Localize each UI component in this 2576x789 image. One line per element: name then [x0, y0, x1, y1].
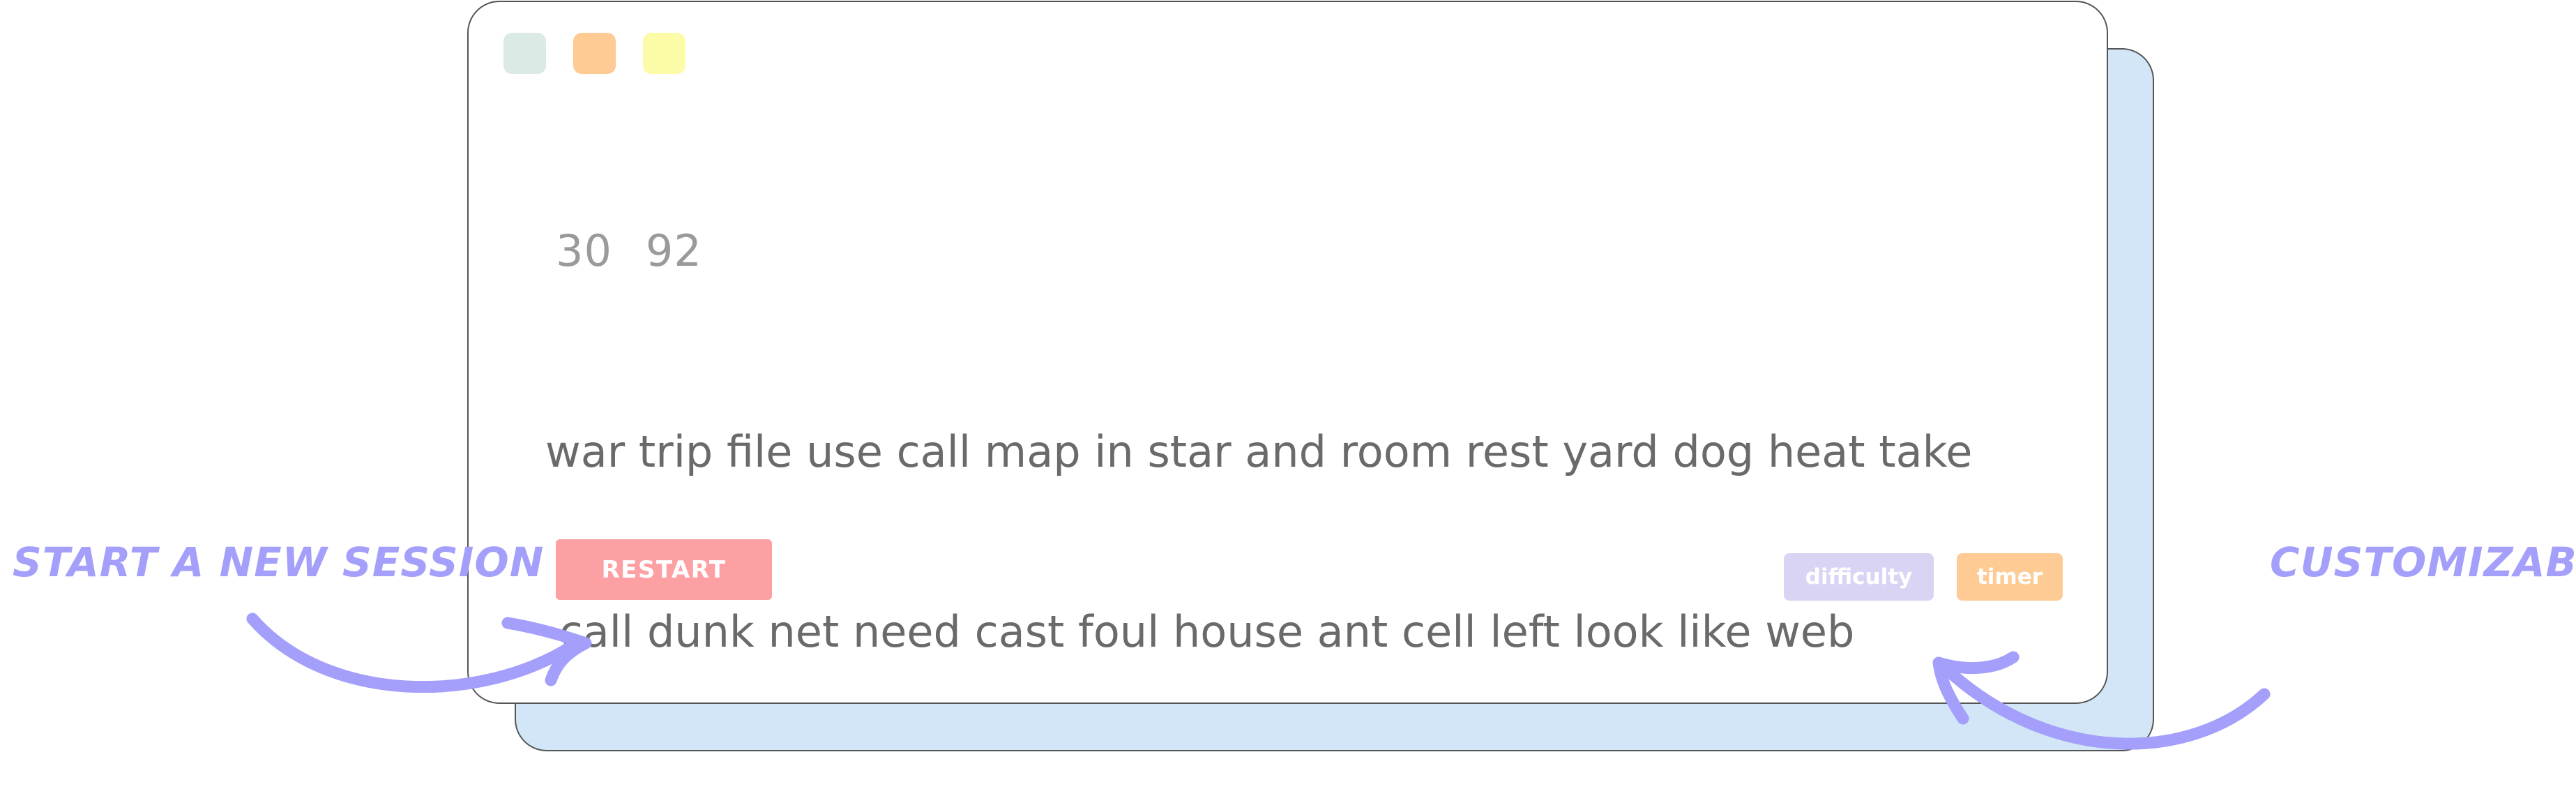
- typing-app-window: 30 92 war trip file use call map in star …: [467, 1, 2108, 704]
- window-dot-3: [643, 33, 685, 74]
- window-dot-1: [503, 33, 546, 74]
- restart-button[interactable]: RESTART: [556, 539, 772, 600]
- start-session-annotation: START A NEW SESSION: [13, 539, 545, 586]
- word-list: war trip file use call map in star and r…: [545, 302, 2079, 782]
- window-dot-2: [573, 33, 616, 74]
- word-line-1: war trip file use call map in star and r…: [545, 426, 1973, 477]
- stats-bar: 30 92: [556, 225, 702, 276]
- customizable-annotation: CUSTOMIZABLE: [2270, 539, 2576, 586]
- difficulty-button[interactable]: difficulty: [1784, 553, 1934, 601]
- timer-value: 30: [556, 225, 612, 276]
- wpm-value: 92: [645, 225, 702, 276]
- timer-button[interactable]: timer: [1957, 553, 2063, 601]
- word-line-2: call dunk net need cast foul house ant c…: [545, 606, 1855, 657]
